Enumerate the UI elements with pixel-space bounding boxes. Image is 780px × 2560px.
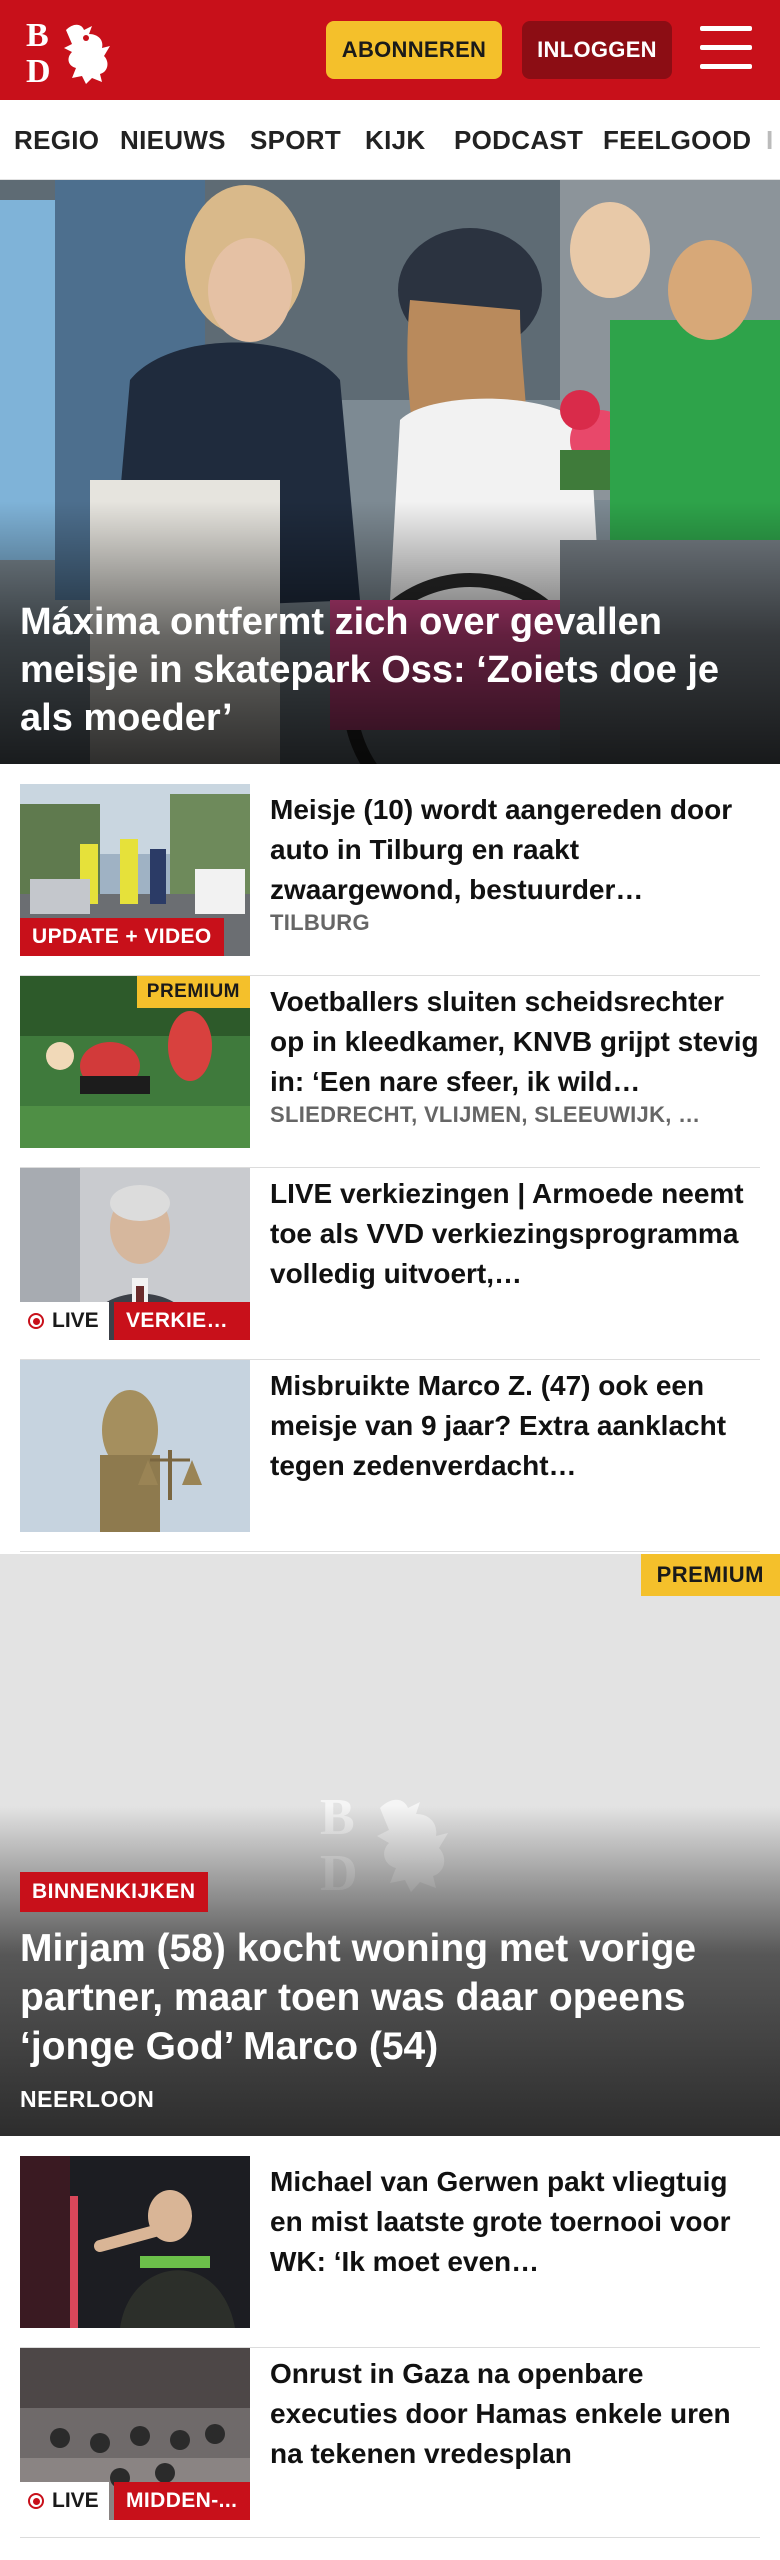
nav-item-nieuws[interactable]: NIEUWS [120,100,226,179]
hamburger-menu-icon[interactable] [700,26,752,72]
category-tag: BINNENKIJKEN [20,1872,208,1912]
feature-title[interactable]: Mirjam (58) kocht woning met vorige part… [20,1924,760,2071]
article-item[interactable]: Michael van Gerwen pakt vliegtuig en mis… [20,2156,760,2348]
article-title[interactable]: Onrust in Gaza na openbare executies doo… [270,2354,760,2474]
article-item[interactable]: UPDATE + VIDEO Meisje (10) wordt aangere… [20,784,760,976]
article-location: TILBURG [270,910,370,935]
nav-item-feelgood[interactable]: FEELGOOD [603,100,751,179]
hero-title[interactable]: Máxima ontfermt zich over gevallen meisj… [20,598,760,742]
article-thumbnail[interactable]: LIVE MIDDEN-... [20,2348,250,2520]
live-dot-icon [28,2493,44,2509]
bd-logo[interactable]: B D [26,16,118,86]
nav-item-regio[interactable]: REGIO [14,100,99,179]
feature-location: NEERLOON [20,2086,155,2112]
subscribe-button[interactable]: ABONNEREN [326,21,502,79]
nav-item-kijk[interactable]: KIJK [365,100,425,179]
premium-badge: PREMIUM [136,976,250,1008]
live-indicator: LIVE [20,1302,109,1340]
nav-item-sport[interactable]: SPORT [250,100,341,179]
premium-badge: PREMIUM [640,1554,780,1596]
top-bar: B D ABONNEREN INLOGGEN [0,0,780,100]
article-title[interactable]: Meisje (10) wordt aangereden door auto i… [270,790,760,910]
article-title[interactable]: Michael van Gerwen pakt vliegtuig en mis… [270,2162,760,2282]
update-video-tag: UPDATE + VIDEO [20,918,224,956]
category-nav: REGIO NIEUWS SPORT KIJK PODCAST FEELGOOD… [0,100,780,180]
live-label: LIVE [52,2489,99,2512]
article-thumbnail[interactable] [20,2156,250,2328]
live-dot-icon [28,1313,44,1329]
article-title[interactable]: Voetballers sluiten scheidsrech­ter op i… [270,982,760,1102]
article-item[interactable]: LIVE VERKIEZ... LIVE verkiezingen | Armo… [20,1168,760,1360]
login-button[interactable]: INLOGGEN [522,21,672,79]
category-tag: VERKIEZ... [114,1302,250,1340]
category-tag: MIDDEN-... [114,2482,250,2520]
live-indicator: LIVE [20,2482,109,2520]
article-item[interactable]: LIVE MIDDEN-... Onrust in Gaza na openba… [20,2348,760,2538]
article-item[interactable]: PREMIUM Voetballers sluiten scheidsrech­… [20,976,760,1168]
svg-text:B: B [26,17,49,54]
article-title[interactable]: LIVE verkiezingen | Armoede neemt toe al… [270,1174,760,1294]
live-label: LIVE [52,1309,99,1332]
nav-item-podcast[interactable]: PODCAST [454,100,583,179]
article-item[interactable]: Misbruikte Marco Z. (47) ook een meisje … [20,1360,760,1552]
article-thumbnail[interactable] [20,1360,250,1532]
article-location: SLIEDRECHT, VLIJMEN, SLEEUWIJK, … [270,1102,701,1127]
hero-article[interactable]: Máxima ontfermt zich over gevallen meisj… [0,180,780,764]
article-thumbnail[interactable]: PREMIUM [20,976,250,1148]
feature-article[interactable]: B D PREMIUM BINNENKIJKEN Mirjam (58) koc… [0,1554,780,2136]
svg-text:D: D [26,53,51,86]
nav-item-overflow[interactable]: I [766,100,774,179]
article-title[interactable]: Misbruikte Marco Z. (47) ook een meisje … [270,1366,760,1486]
article-thumbnail[interactable]: UPDATE + VIDEO [20,784,250,956]
article-thumbnail[interactable]: LIVE VERKIEZ... [20,1168,250,1340]
